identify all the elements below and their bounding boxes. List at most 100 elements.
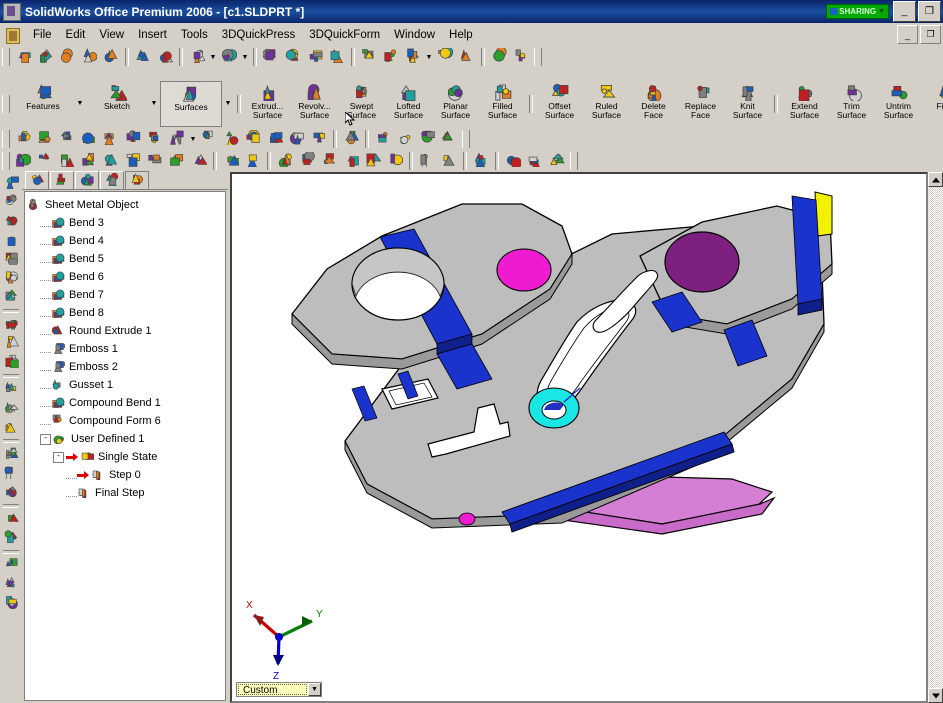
tree-item-bend-5[interactable]: Bend 5: [27, 250, 225, 268]
material-editor-button[interactable]: [380, 47, 402, 67]
toolbar-grip[interactable]: [570, 152, 578, 170]
standard-views-button[interactable]: [166, 129, 188, 149]
vertical-scrollbar[interactable]: [928, 172, 943, 703]
make-assembly-button[interactable]: [100, 47, 122, 67]
mold-tool-3-button[interactable]: [546, 151, 568, 171]
sketch-tool-3-button[interactable]: [1, 212, 21, 231]
delete-face-button[interactable]: Delete Face: [630, 81, 677, 127]
hidden-lines-removed-button[interactable]: [242, 129, 264, 149]
surfaces-dropdown-icon[interactable]: ▼: [222, 81, 234, 127]
tree-item-bend-7[interactable]: Bend 7: [27, 286, 225, 304]
edit-color-button[interactable]: [304, 47, 326, 67]
tree-item-bend-6[interactable]: Bend 6: [27, 268, 225, 286]
rebuild-button[interactable]: [434, 46, 456, 67]
insert-bends-button[interactable]: [56, 151, 78, 171]
extruded-surface-button[interactable]: Extrud... Surface: [244, 81, 291, 127]
sketch-tab-button[interactable]: Sketch: [86, 81, 148, 127]
make-drawing-button[interactable]: [78, 47, 100, 67]
configuration-selector[interactable]: Custom ▼: [236, 682, 322, 697]
chevron-down-icon[interactable]: ▼: [424, 47, 434, 67]
configuration-manager-tab[interactable]: [75, 171, 99, 189]
print-preview-button[interactable]: [154, 47, 176, 67]
menu-tools[interactable]: Tools: [174, 26, 215, 44]
tree-expander[interactable]: -: [40, 433, 51, 445]
model-view[interactable]: X Y Z: [232, 174, 926, 701]
print-button[interactable]: [132, 47, 154, 67]
property-manager-tab[interactable]: [50, 171, 74, 189]
hidden-lines-visible-button[interactable]: [220, 129, 242, 149]
toolbar-grip[interactable]: [2, 48, 10, 66]
zoom-to-area-button[interactable]: [56, 129, 78, 149]
form-tool-7-button[interactable]: [416, 151, 438, 171]
toolbar-grip[interactable]: [534, 48, 542, 66]
open-document-button[interactable]: [34, 47, 56, 67]
add-relation-button[interactable]: [1, 334, 21, 353]
sketch-tool-1-button[interactable]: [1, 174, 21, 193]
display-grid-button[interactable]: [358, 47, 380, 67]
tree-item-bend-4[interactable]: Bend 4: [27, 232, 225, 250]
chevron-down-icon[interactable]: ▼: [240, 47, 250, 67]
form-tool-8-button[interactable]: [438, 151, 460, 171]
surfaces-tab-button[interactable]: Surfaces: [160, 80, 222, 127]
menu-edit[interactable]: Edit: [59, 26, 93, 44]
quickpress-tool-b-button[interactable]: [242, 151, 264, 171]
tree-item-final-step[interactable]: Final Step: [27, 484, 225, 502]
select-button[interactable]: [260, 47, 282, 67]
knit-surface-button[interactable]: Knit Surface: [724, 81, 771, 127]
tree-item-single-state[interactable]: - Single State: [27, 448, 225, 466]
form-tool-3-button[interactable]: [318, 151, 340, 171]
check-status-button[interactable]: [326, 47, 348, 67]
features-tab-button[interactable]: Features: [12, 81, 74, 127]
feature-manager-tab[interactable]: [25, 171, 49, 189]
curvature-display-button[interactable]: [394, 129, 416, 149]
menu-window[interactable]: Window: [387, 26, 442, 44]
form-tool-6-button[interactable]: [384, 151, 406, 171]
untrim-surface-button[interactable]: Untrim Surface: [875, 81, 922, 127]
sketch-tool-6-button[interactable]: [1, 269, 21, 288]
sketch-dropdown-icon[interactable]: ▼: [148, 81, 160, 127]
trim-entities-button[interactable]: [1, 445, 21, 464]
mold-tool-1-button[interactable]: [502, 151, 524, 171]
tree-expander[interactable]: -: [53, 451, 64, 463]
restore-button[interactable]: ❐: [918, 1, 941, 22]
toolbar-grip[interactable]: [462, 130, 470, 148]
tree-item-emboss-2[interactable]: Emboss 2: [27, 358, 225, 376]
help-topic-button[interactable]: [488, 46, 510, 67]
form-tool-9-button[interactable]: [470, 151, 492, 171]
menu-insert[interactable]: Insert: [131, 26, 174, 44]
redo-button[interactable]: [218, 47, 240, 67]
sketch-tool-7-button[interactable]: [1, 288, 21, 307]
zoom-to-fit-button[interactable]: [34, 129, 56, 149]
base-flange-button[interactable]: [12, 151, 34, 171]
document-restore-button[interactable]: ❐: [920, 25, 941, 44]
flatten-button[interactable]: [34, 151, 56, 171]
filled-surface-button[interactable]: Filled Surface: [479, 81, 526, 127]
previous-view-button[interactable]: [12, 129, 34, 149]
tree-item-bend-8[interactable]: Bend 8: [27, 304, 225, 322]
dimension-tool-button[interactable]: [1, 556, 21, 575]
dimxpert-tab[interactable]: [100, 171, 124, 189]
sketch-tool-5-button[interactable]: [1, 250, 21, 269]
linear-pattern-button[interactable]: [1, 510, 21, 529]
mold-tool-2-button[interactable]: [524, 151, 546, 171]
scroll-down-button[interactable]: [928, 688, 943, 703]
zoom-to-selection-button[interactable]: [100, 129, 122, 149]
scroll-up-button[interactable]: [928, 172, 943, 187]
toolbar-grip[interactable]: [2, 130, 10, 148]
section-property-button[interactable]: [1, 594, 21, 613]
tree-item-user-defined-1[interactable]: - User Defined 1: [27, 430, 225, 448]
feature-tree[interactable]: Sheet Metal Object Bend 3 Bend 4 Bend 5 Bend…: [24, 191, 226, 701]
chevron-down-icon[interactable]: ▼: [208, 47, 218, 67]
undo-button[interactable]: [186, 47, 208, 67]
offset-surface-button[interactable]: Offset Surface: [536, 81, 583, 127]
tree-item-step-0[interactable]: Step 0: [27, 466, 225, 484]
sketch-tool-4-button[interactable]: [1, 231, 21, 250]
ruled-surface-button[interactable]: Ruled Surface: [583, 81, 630, 127]
options-button[interactable]: [456, 47, 478, 67]
sketched-bend-button[interactable]: [166, 151, 188, 171]
wireframe-button[interactable]: [198, 129, 220, 149]
revolved-surface-button[interactable]: Revolv... Surface: [291, 81, 338, 127]
menu-3dquickpress[interactable]: 3DQuickPress: [215, 26, 303, 44]
document-minimize-button[interactable]: _: [897, 25, 918, 44]
tree-item-bend-3[interactable]: Bend 3: [27, 214, 225, 232]
